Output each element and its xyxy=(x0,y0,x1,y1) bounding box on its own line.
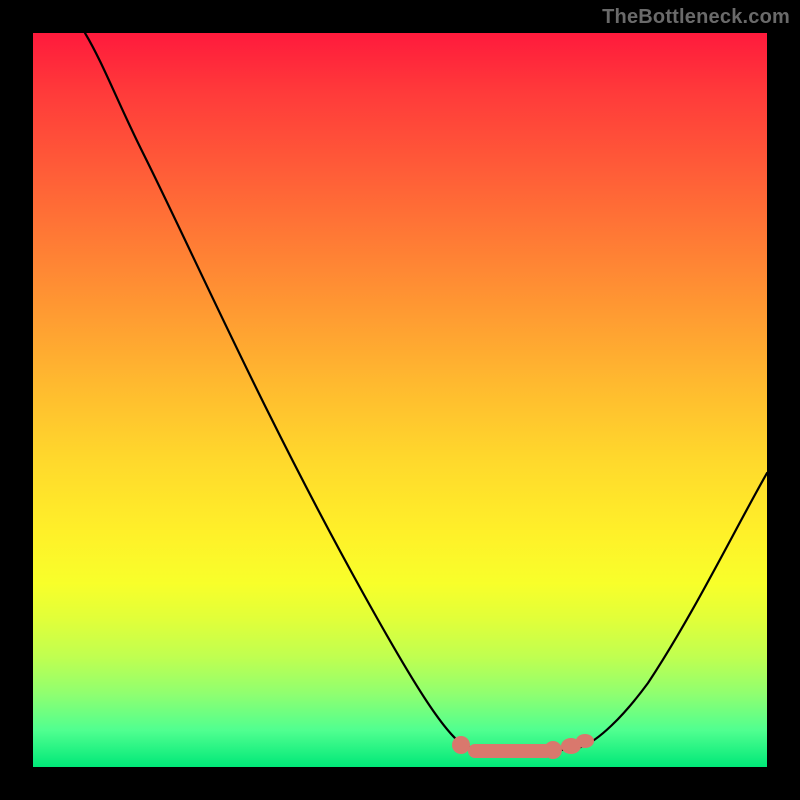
blob-dot xyxy=(576,734,594,748)
blob-dot xyxy=(544,741,562,759)
chart-container: TheBottleneck.com xyxy=(0,0,800,800)
chart-svg xyxy=(33,33,767,767)
bottleneck-curve xyxy=(85,33,767,751)
watermark-text: TheBottleneck.com xyxy=(602,6,790,29)
blob-dot xyxy=(452,736,470,754)
blob-bar xyxy=(468,744,553,758)
plot-area xyxy=(33,33,767,767)
flat-region-blob xyxy=(452,734,594,759)
